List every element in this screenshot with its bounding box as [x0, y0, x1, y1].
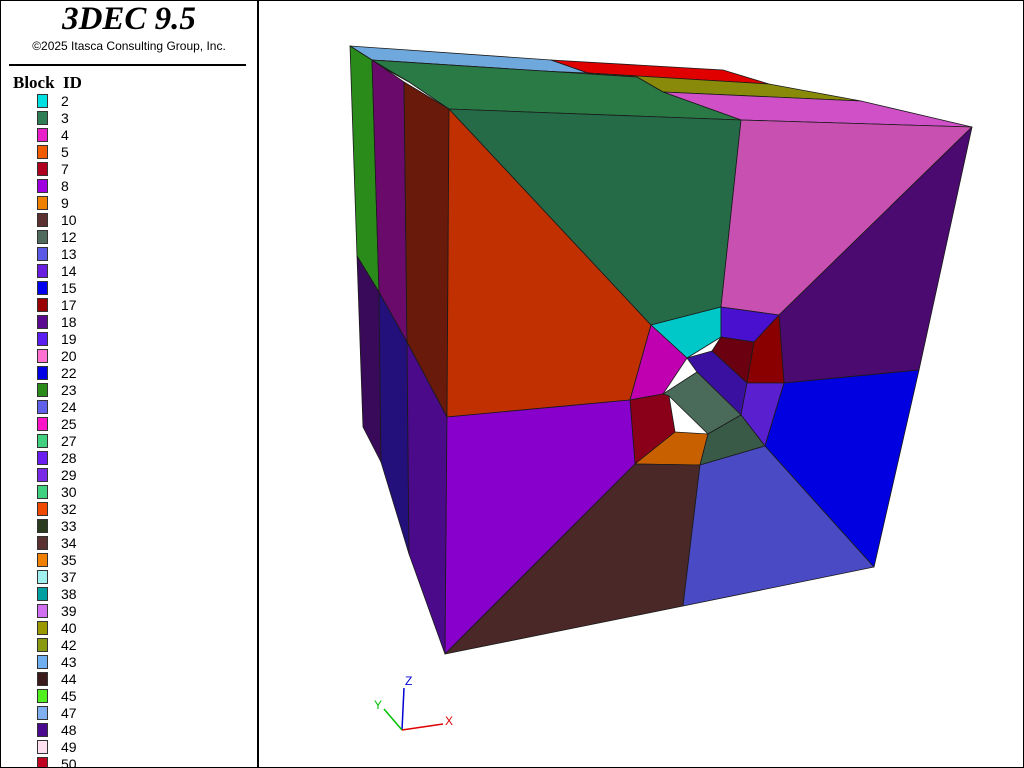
legend-label: 22 [61, 365, 77, 381]
legend-label: 20 [61, 348, 77, 364]
legend-swatch [37, 740, 48, 754]
legend-label: 23 [61, 382, 77, 398]
legend-label: 29 [61, 467, 77, 483]
legend-swatch [37, 264, 48, 278]
legend-label: 12 [61, 229, 77, 245]
x-axis-line [401, 723, 444, 731]
legend-panel: 3DEC 9.5 ©2025 Itasca Consulting Group, … [1, 1, 259, 767]
legend-swatch [37, 468, 48, 482]
legend-divider [9, 64, 246, 66]
legend-swatch [37, 400, 48, 414]
legend-swatch [37, 179, 48, 193]
legend-swatch [37, 553, 48, 567]
legend-label: 47 [61, 705, 77, 721]
legend-swatch [37, 94, 48, 108]
legend-swatch [37, 570, 48, 584]
legend-swatch [37, 128, 48, 142]
legend-swatch [37, 145, 48, 159]
legend-swatch [37, 349, 48, 363]
legend-label: 9 [61, 195, 69, 211]
3d-viewport[interactable]: Z Y X [259, 2, 1024, 767]
legend-swatch [37, 247, 48, 261]
legend-label: 2 [61, 93, 69, 109]
legend-swatch [37, 383, 48, 397]
legend-label: 30 [61, 484, 77, 500]
legend-label: 28 [61, 450, 77, 466]
legend-title: Block ID [13, 73, 82, 92]
legend-label: 49 [61, 739, 77, 755]
x-axis-label: X [445, 714, 453, 728]
legend-label: 13 [61, 246, 77, 262]
z-axis-label: Z [405, 674, 412, 688]
legend-swatch [37, 366, 48, 380]
copyright-text: ©2025 Itasca Consulting Group, Inc. [32, 39, 226, 53]
legend-label: 39 [61, 603, 77, 619]
legend-swatch [37, 689, 48, 703]
z-axis-line [401, 687, 405, 731]
legend-label: 14 [61, 263, 77, 279]
block-faces [349, 45, 973, 655]
axes-triad: Z Y X [374, 674, 453, 731]
legend-label: 3 [61, 110, 69, 126]
legend-label: 40 [61, 620, 77, 636]
legend-label: 44 [61, 671, 77, 687]
legend-label: 18 [61, 314, 77, 330]
legend-swatch [37, 298, 48, 312]
legend-label: 34 [61, 535, 77, 551]
legend-swatch [37, 672, 48, 686]
legend-swatch [37, 162, 48, 176]
legend-swatch [37, 757, 48, 767]
block-model-scene[interactable]: Z Y X [259, 2, 1024, 767]
legend-swatch [37, 655, 48, 669]
legend-swatch [37, 604, 48, 618]
legend-swatch [37, 281, 48, 295]
legend-label: 32 [61, 501, 77, 517]
legend-swatch [37, 706, 48, 720]
legend-swatch [37, 230, 48, 244]
legend-label: 25 [61, 416, 77, 432]
legend-label: 27 [61, 433, 77, 449]
legend-swatch [37, 723, 48, 737]
legend-label: 35 [61, 552, 77, 568]
legend-swatch [37, 502, 48, 516]
legend-label: 15 [61, 280, 77, 296]
legend-swatch [37, 196, 48, 210]
legend-label: 43 [61, 654, 77, 670]
legend-swatch [37, 434, 48, 448]
plot-frame: 3DEC 9.5 ©2025 Itasca Consulting Group, … [0, 0, 1024, 768]
legend-label: 5 [61, 144, 69, 160]
legend-label: 48 [61, 722, 77, 738]
legend-label: 24 [61, 399, 77, 415]
legend-swatch [37, 621, 48, 635]
legend-swatch [37, 638, 48, 652]
legend-label: 7 [61, 161, 69, 177]
legend-swatch [37, 417, 48, 431]
legend-label: 42 [61, 637, 77, 653]
legend-label: 8 [61, 178, 69, 194]
legend-label: 38 [61, 586, 77, 602]
legend-label: 17 [61, 297, 77, 313]
legend-label: 19 [61, 331, 77, 347]
app-title: 3DEC 9.5 [62, 1, 196, 37]
legend-swatch [37, 519, 48, 533]
legend-label: 4 [61, 127, 69, 143]
legend-swatch [37, 451, 48, 465]
y-axis-label: Y [374, 698, 382, 712]
legend-label: 45 [61, 688, 77, 704]
legend-label: 37 [61, 569, 77, 585]
legend-swatch [37, 485, 48, 499]
legend-label: 33 [61, 518, 77, 534]
legend-label: 10 [61, 212, 77, 228]
legend-swatch [37, 315, 48, 329]
legend-swatch [37, 332, 48, 346]
legend-swatch [37, 536, 48, 550]
legend-swatch [37, 587, 48, 601]
legend-label: 50 [61, 756, 77, 767]
legend-swatch [37, 111, 48, 125]
legend-swatch [37, 213, 48, 227]
y-axis-line [383, 708, 403, 731]
